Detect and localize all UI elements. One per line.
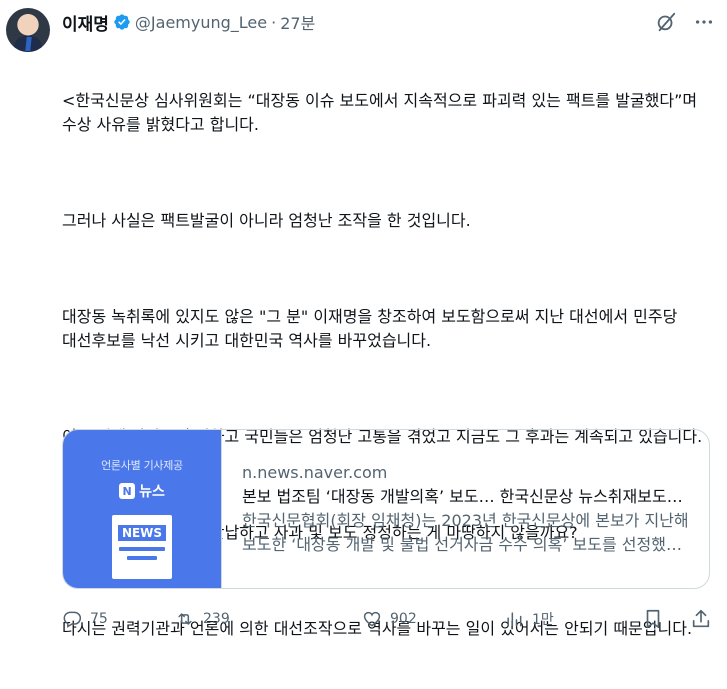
retweet-button[interactable]: 239 xyxy=(157,609,362,629)
newspaper-icon: NEWS xyxy=(112,515,172,579)
like-count: 902 xyxy=(390,611,417,627)
tweet-paragraph: 그러나 사실은 팩트발굴이 아니라 엄청난 조작을 한 것입니다. xyxy=(62,211,471,230)
paper-label: NEWS xyxy=(118,525,166,541)
more-icon[interactable] xyxy=(693,11,715,33)
thumb-caption: 언론사별 기사제공 xyxy=(101,459,183,472)
card-description: 한국신문협회(회장 임채청)는 2023년 한국신문상에 본보가 지난해 보도한… xyxy=(242,511,689,554)
reply-button[interactable]: 75 xyxy=(62,609,157,629)
paper-line xyxy=(119,547,165,551)
reply-icon xyxy=(63,611,82,628)
secondary-actions xyxy=(642,608,712,630)
avatar[interactable] xyxy=(6,8,50,52)
thumb-brand: N 뉴스 xyxy=(119,481,165,501)
verified-badge-icon xyxy=(113,13,131,31)
views-count: 1만 xyxy=(532,612,554,628)
tweet-text: <한국신문상 심사위원회는 “대장동 이슈 보도에서 지속적으로 파괴력 있는 … xyxy=(62,41,712,689)
action-bar: 75 239 902 1만 xyxy=(62,606,712,632)
naver-logo-icon: N xyxy=(119,483,136,499)
retweet-icon xyxy=(178,613,192,625)
paper-line xyxy=(127,556,157,560)
thumb-brand-label: 뉴스 xyxy=(139,484,165,500)
separator-dot: · xyxy=(271,12,277,32)
analytics-icon xyxy=(507,612,522,627)
handle[interactable]: @Jaemyung_Lee xyxy=(135,13,267,32)
views-button[interactable]: 1만 xyxy=(504,609,634,629)
tweet-header: 이재명 @Jaemyung_Lee · 27분 xyxy=(62,10,715,35)
bookmark-icon[interactable] xyxy=(642,608,664,630)
card-text: n.news.naver.com 본보 법조팀 ‘대장동 개발의혹’ 보도… 한… xyxy=(222,430,709,588)
timestamp[interactable]: 27분 xyxy=(280,10,315,34)
card-thumbnail: 언론사별 기사제공 N 뉴스 NEWS xyxy=(63,430,222,588)
like-button[interactable]: 902 xyxy=(362,609,504,629)
header-actions xyxy=(655,11,715,33)
share-icon[interactable] xyxy=(690,608,712,630)
heart-icon xyxy=(363,611,381,627)
reply-count: 75 xyxy=(90,611,108,627)
retweet-count: 239 xyxy=(203,611,230,627)
card-domain: n.news.naver.com xyxy=(242,463,388,482)
tweet-paragraph: 대장동 녹취록에 있지도 않은 "그 분" 이재명을 창조하여 보도함으로써 지… xyxy=(62,307,683,350)
link-preview-card[interactable]: 언론사별 기사제공 N 뉴스 NEWS n.news.naver.com 본보 … xyxy=(62,429,710,589)
tweet-paragraph: <한국신문상 심사위원회는 “대장동 이슈 보도에서 지속적으로 파괴력 있는 … xyxy=(62,91,703,134)
card-title: 본보 법조팀 ‘대장동 개발의혹’ 보도… 한국신문상 뉴스취재보도부문 수상 xyxy=(242,487,693,506)
display-name[interactable]: 이재명 xyxy=(62,10,109,35)
grok-icon[interactable] xyxy=(655,11,677,33)
